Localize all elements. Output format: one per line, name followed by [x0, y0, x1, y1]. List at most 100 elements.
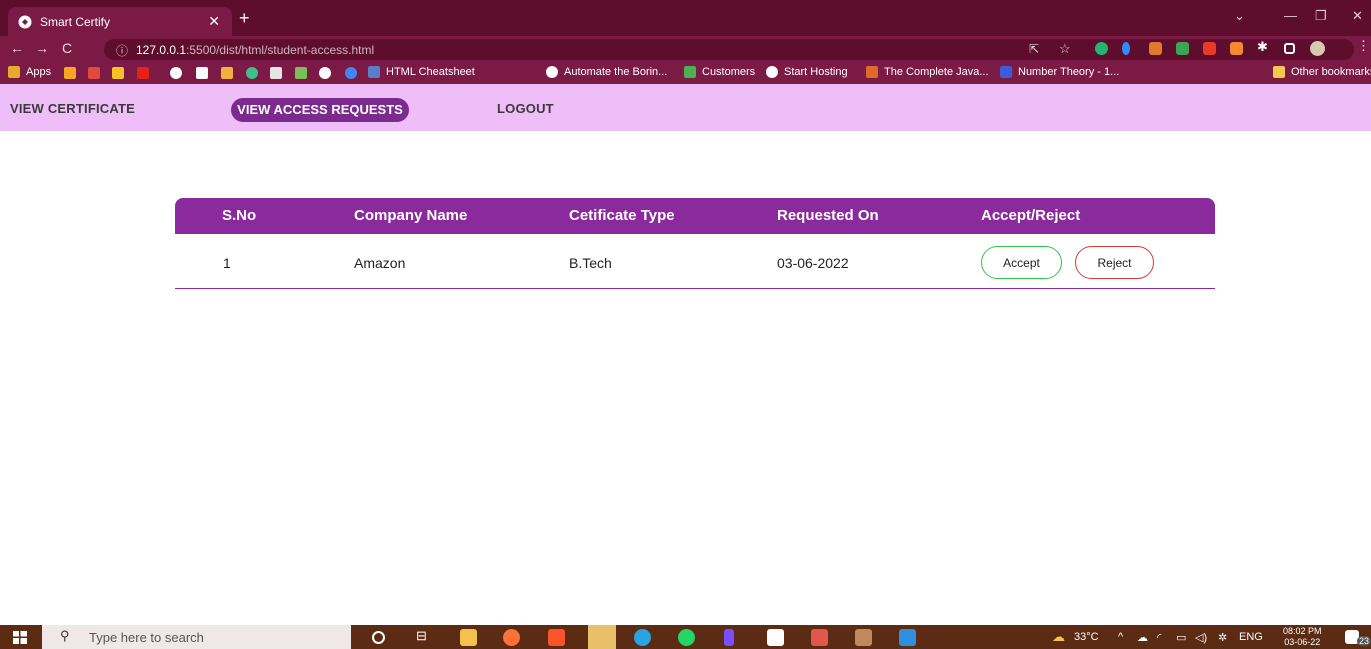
app-icon[interactable] — [811, 629, 828, 646]
tray-chevron-icon[interactable]: ^ — [1118, 631, 1123, 643]
language-indicator[interactable]: ENG — [1239, 631, 1263, 643]
globe-icon — [766, 66, 778, 78]
side-panel-icon[interactable] — [1284, 43, 1295, 54]
cortana-icon[interactable] — [372, 631, 385, 644]
vscode-icon[interactable] — [899, 629, 916, 646]
weather-icon[interactable]: ☁ — [1052, 629, 1065, 645]
audio-extension-icon[interactable] — [1122, 42, 1130, 55]
notion-icon[interactable] — [767, 629, 784, 646]
wifi-icon[interactable]: ◜ — [1157, 631, 1161, 644]
reload-icon[interactable]: C — [62, 40, 72, 56]
minimize-icon[interactable]: — — [1284, 8, 1297, 23]
bookmark-icon[interactable] — [270, 67, 282, 79]
bookmark-icon[interactable] — [196, 67, 208, 79]
browser-menu-icon[interactable]: ⋮ — [1357, 38, 1370, 53]
new-tab-icon[interactable]: + — [239, 8, 250, 29]
search-placeholder: Type here to search — [89, 630, 204, 645]
extension-icon[interactable] — [1230, 42, 1243, 55]
app-icon[interactable] — [724, 629, 734, 646]
window-close-icon[interactable]: ✕ — [1352, 8, 1363, 24]
cell-sno: 1 — [223, 255, 231, 271]
bookmark-automate[interactable]: Automate the Borin... — [546, 66, 667, 78]
bookmark-icon[interactable] — [319, 67, 331, 79]
bookmark-customers[interactable]: Customers — [684, 66, 755, 78]
brave-icon[interactable] — [548, 629, 565, 646]
globe-icon — [546, 66, 558, 78]
whatsapp-icon[interactable] — [678, 629, 695, 646]
bookmarks-bar: Apps HTML Cheatsheet Automate the Borin.… — [0, 62, 1371, 84]
reject-button[interactable]: Reject — [1075, 246, 1154, 279]
google-icon[interactable] — [345, 67, 357, 79]
battery-icon[interactable]: ▭ — [1176, 631, 1186, 644]
bookmark-icon[interactable] — [246, 67, 258, 79]
cell-company-name: Amazon — [354, 255, 406, 271]
back-icon[interactable]: ← — [10, 40, 24, 56]
windows-taskbar: ⚲ Type here to search ⊟ ☁ 33°C ^ ☁ ◜ ▭ ◁… — [0, 625, 1371, 649]
bookmark-other[interactable]: Other bookmarks — [1273, 66, 1371, 78]
apps-grid-icon — [8, 66, 20, 78]
bookmark-apps[interactable]: Apps — [8, 66, 51, 78]
bookmark-complete-java[interactable]: The Complete Java... — [866, 66, 989, 78]
nav-view-access-requests[interactable]: VIEW ACCESS REQUESTS — [231, 98, 409, 122]
bookmark-favicon-icon — [1000, 66, 1012, 78]
accept-button[interactable]: Accept — [981, 246, 1062, 279]
search-icon: ⚲ — [60, 628, 70, 643]
app-icon[interactable] — [855, 629, 872, 646]
tab-close-icon[interactable]: ✕ — [208, 13, 220, 30]
site-info-icon[interactable]: ⓘ — [116, 42, 128, 59]
taskbar-search-box[interactable]: ⚲ Type here to search — [42, 625, 351, 649]
browser-toolbar: ← → C ⓘ 127.0.0.1:5500/dist/html/student… — [0, 36, 1371, 62]
nav-logout[interactable]: LOGOUT — [497, 101, 554, 116]
bookmark-star-icon[interactable]: ☆ — [1059, 41, 1071, 57]
bookmark-start-hosting[interactable]: Start Hosting — [766, 66, 848, 78]
table-header: S.No Company Name Cetificate Type Reques… — [175, 198, 1215, 234]
access-requests-table: S.No Company Name Cetificate Type Reques… — [175, 198, 1215, 289]
folder-icon — [1273, 66, 1285, 78]
drive-icon[interactable] — [112, 67, 124, 79]
windows-start-icon[interactable] — [13, 631, 27, 644]
weather-temp[interactable]: 33°C — [1074, 631, 1099, 643]
gmail-icon[interactable] — [88, 67, 100, 79]
notification-count-badge: 23 — [1357, 636, 1371, 646]
browser-tab-strip: Smart Certify ✕ + ⌄ — ❐ ✕ — [0, 0, 1371, 36]
volume-icon[interactable]: ◁) — [1195, 631, 1207, 644]
bookmark-number-theory[interactable]: Number Theory - 1... — [1000, 66, 1119, 78]
clock-time: 08:02 PM — [1283, 626, 1322, 636]
header-certificate-type: Cetificate Type — [569, 207, 675, 224]
bookmark-icon[interactable] — [221, 67, 233, 79]
share-icon[interactable]: ⇱ — [1029, 42, 1039, 56]
chrome-icon[interactable] — [588, 625, 616, 649]
extensions-puzzle-icon[interactable]: ✱ — [1257, 39, 1270, 54]
bookmark-favicon-icon — [684, 66, 696, 78]
task-view-icon[interactable]: ⊟ — [416, 628, 433, 645]
onedrive-icon[interactable]: ☁ — [1137, 631, 1148, 644]
youtube-icon[interactable] — [137, 67, 149, 79]
forward-icon[interactable]: → — [35, 40, 49, 56]
bookmark-favicon-icon — [368, 66, 380, 78]
header-sno: S.No — [222, 207, 257, 224]
restore-icon[interactable]: ❐ — [1315, 8, 1327, 24]
cell-certificate-type: B.Tech — [569, 255, 612, 271]
header-accept-reject: Accept/Reject — [981, 207, 1081, 224]
bookmark-icon[interactable] — [64, 67, 76, 79]
bookmark-html-cheatsheet[interactable]: HTML Cheatsheet — [368, 66, 475, 78]
extension-icon[interactable] — [1176, 42, 1189, 55]
tab-search-icon[interactable]: ⌄ — [1234, 8, 1245, 24]
taskbar-clock[interactable]: 08:02 PM 03-06-22 — [1283, 626, 1322, 648]
browser-tab[interactable]: Smart Certify ✕ — [8, 7, 232, 36]
address-bar[interactable]: ⓘ 127.0.0.1:5500/dist/html/student-acces… — [104, 39, 1354, 60]
header-company-name: Company Name — [354, 207, 468, 224]
telegram-icon[interactable] — [634, 629, 651, 646]
bookmark-icon[interactable] — [295, 67, 307, 79]
firefox-icon[interactable] — [503, 629, 520, 646]
grammarly-extension-icon[interactable] — [1095, 42, 1108, 55]
extension-icon[interactable] — [1203, 42, 1216, 55]
app-navbar: VIEW CERTIFICATE VIEW ACCESS REQUESTS LO… — [0, 84, 1371, 131]
nav-view-certificate[interactable]: VIEW CERTIFICATE — [10, 101, 135, 116]
extension-icon[interactable] — [1149, 42, 1162, 55]
profile-avatar[interactable] — [1310, 41, 1325, 56]
app-tray-icon[interactable]: ✲ — [1218, 631, 1227, 644]
cell-requested-on: 03-06-2022 — [777, 255, 849, 271]
bookmark-icon[interactable] — [170, 67, 182, 79]
file-explorer-icon[interactable] — [460, 629, 477, 646]
